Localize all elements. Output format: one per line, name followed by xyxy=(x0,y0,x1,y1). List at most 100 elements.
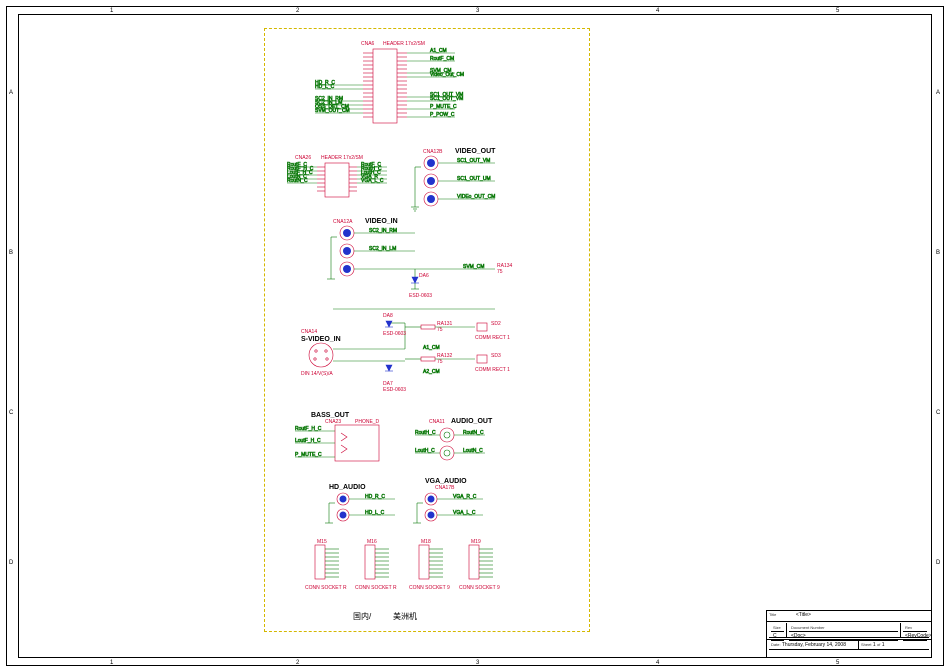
rca-jack xyxy=(337,509,349,521)
rca-jack xyxy=(424,156,438,170)
svg-text:CONN SOCKET 9: CONN SOCKET 9 xyxy=(459,585,500,591)
rca-jack xyxy=(424,174,438,188)
svg-text:P_MUTE_C: P_MUTE_C xyxy=(430,104,457,110)
gnd xyxy=(327,237,337,279)
header2-block: CNA26 HEADER 17x2/SM RoutF_C RoutF_H_C L… xyxy=(287,155,387,197)
header1-ref: CNA6 xyxy=(361,41,375,47)
svg-text:CONN SOCKET 9: CONN SOCKET 9 xyxy=(409,585,450,591)
svg-text:RoutN_C: RoutN_C xyxy=(287,178,308,184)
bass-ref: CNA23 xyxy=(325,419,341,425)
tb-title-label: Title xyxy=(769,612,776,617)
svg-text:LoutF_H_C: LoutF_H_C xyxy=(295,438,321,444)
svg-text:HD_L_C: HD_L_C xyxy=(315,84,335,90)
svg-text:75: 75 xyxy=(437,327,443,333)
rca-jack xyxy=(424,192,438,206)
svg-text:LoutH_C: LoutH_C xyxy=(415,448,435,454)
socket: M15 CONN SOCKET R xyxy=(305,539,347,591)
svg-text:CONN SOCKET R: CONN SOCKET R xyxy=(355,585,397,591)
vga-audio-block: VGA_AUDIO CNA17B VGA_R_C VGA_L_C xyxy=(413,478,483,523)
svg-text:COMM RECT 1: COMM RECT 1 xyxy=(475,335,510,341)
tb-size: C xyxy=(771,632,784,641)
svg-text:ESD-0603: ESD-0603 xyxy=(383,331,406,337)
schematic-subsheet-outline: CNA6 HEADER 17x2/SM xyxy=(264,28,590,632)
svg-text:SC1_OUT_VM: SC1_OUT_VM xyxy=(430,96,463,102)
video-in-block: CNA12A VIDEO_IN SC2_IN_RM SC2_IN_LM DA6 … xyxy=(327,218,513,299)
svg-text:A1_CM: A1_CM xyxy=(430,48,447,54)
grid-col: 1 xyxy=(110,8,113,14)
svg-text:VIDEo_OUT_CM: VIDEo_OUT_CM xyxy=(457,194,495,200)
svg-text:ESD-0603: ESD-0603 xyxy=(383,387,406,393)
header2-ref: CNA26 xyxy=(295,155,311,161)
video-out-block: CNA12B VIDEO_OUT SC1_OUT_VM SC1_OUT_UM V… xyxy=(411,148,496,211)
svg-text:M18: M18 xyxy=(421,539,431,545)
hd-audio-block: HD_AUDIO HD_R_C HD_L_C xyxy=(325,484,395,523)
grid-col: 5 xyxy=(836,8,839,14)
esd-diode xyxy=(411,277,419,289)
svg-text:M19: M19 xyxy=(471,539,481,545)
socket: M19 CONN SOCKET 9 xyxy=(459,539,500,591)
header2-body xyxy=(325,163,349,197)
svg-text:RoutH_C: RoutH_C xyxy=(415,430,436,436)
esd-diode xyxy=(385,365,393,371)
svg-text:VGA_L_C: VGA_L_C xyxy=(453,510,476,516)
tb-sheet: 1 xyxy=(873,642,876,648)
rca-jack xyxy=(440,446,454,460)
svg-text:SD3: SD3 xyxy=(491,353,501,359)
grid-col: 3 xyxy=(476,8,479,14)
rca-jack xyxy=(425,509,437,521)
hd-audio-title: HD_AUDIO xyxy=(329,484,366,491)
video-in-title: VIDEO_IN xyxy=(365,218,398,225)
bass-out-block: BASS_OUT CNA23 PHONE_D RoutF_H_C LoutF_H… xyxy=(295,412,380,461)
grid-row: C xyxy=(9,410,13,416)
rca-jack xyxy=(340,244,354,258)
vga-audio-title: VGA_AUDIO xyxy=(425,478,467,485)
rca-jack xyxy=(337,493,349,505)
tb-sheet-label: Sheet xyxy=(861,642,871,647)
rca-jack xyxy=(440,428,454,442)
gnd xyxy=(325,503,335,523)
video-out-ref: CNA12B xyxy=(423,149,443,155)
tb-rev: <RevCode> xyxy=(903,632,927,641)
footer-text-b: 美洲机 xyxy=(393,611,417,621)
svg-text:P_POW_C: P_POW_C xyxy=(430,112,455,118)
svg-text:CONN SOCKET R: CONN SOCKET R xyxy=(305,585,347,591)
tb-of-label: of xyxy=(877,642,880,647)
grid-row: A xyxy=(9,90,13,96)
gnd xyxy=(411,167,421,211)
header1-type: HEADER 17x2/SM xyxy=(383,41,425,47)
svg-text:SVM_CM: SVM_CM xyxy=(463,264,484,270)
grid-row: C xyxy=(936,410,940,416)
grid-col: 4 xyxy=(656,8,659,14)
grid-col: 3 xyxy=(476,660,479,666)
header1-body xyxy=(373,49,397,123)
rca-jack xyxy=(340,226,354,240)
footer-text-a: 国内/ xyxy=(353,611,372,621)
grid-row: A xyxy=(936,90,940,96)
vga-audio-ref: CNA17B xyxy=(435,485,455,491)
svg-text:M15: M15 xyxy=(317,539,327,545)
header2-type: HEADER 17x2/SM xyxy=(321,155,363,161)
diode-part: ESD-0603 xyxy=(409,293,432,299)
grid-col: 2 xyxy=(296,8,299,14)
svg-text:SVM_OUT_CM: SVM_OUT_CM xyxy=(315,108,350,114)
header1-wires-right: A1_CM RoutF_CM SVM_CM Video_Out_CM SC1_O… xyxy=(407,48,464,118)
svideo-title: S-VIDEO_IN xyxy=(301,336,341,343)
rca-jack xyxy=(425,493,437,505)
res-val: 75 xyxy=(497,269,503,275)
grid-col: 2 xyxy=(296,660,299,666)
bass-connector xyxy=(335,425,379,461)
svg-text:SC2_IN_LM: SC2_IN_LM xyxy=(369,246,396,252)
svideo-din: DIN 14/V(S)/A xyxy=(301,371,333,377)
svg-text:RoutF_H_C: RoutF_H_C xyxy=(295,426,322,432)
grid-row: B xyxy=(936,250,940,256)
audio-out-ref: CNA11 xyxy=(429,419,445,425)
socket: M18 CONN SOCKET 9 xyxy=(409,539,450,591)
tb-date: Thursday, February 14, 2008 xyxy=(782,642,846,648)
svg-text:COMM RECT 1: COMM RECT 1 xyxy=(475,367,510,373)
tb-rev-label: Rev xyxy=(903,624,927,632)
svg-text:SC2_IN_RM: SC2_IN_RM xyxy=(369,228,397,234)
title-block: Title <Title> Size C Document Number <Do… xyxy=(766,610,931,657)
svg-text:M16: M16 xyxy=(367,539,377,545)
audio-out-title: AUDIO_OUT xyxy=(451,418,493,425)
tb-docnum-label: Document Number xyxy=(789,624,898,632)
